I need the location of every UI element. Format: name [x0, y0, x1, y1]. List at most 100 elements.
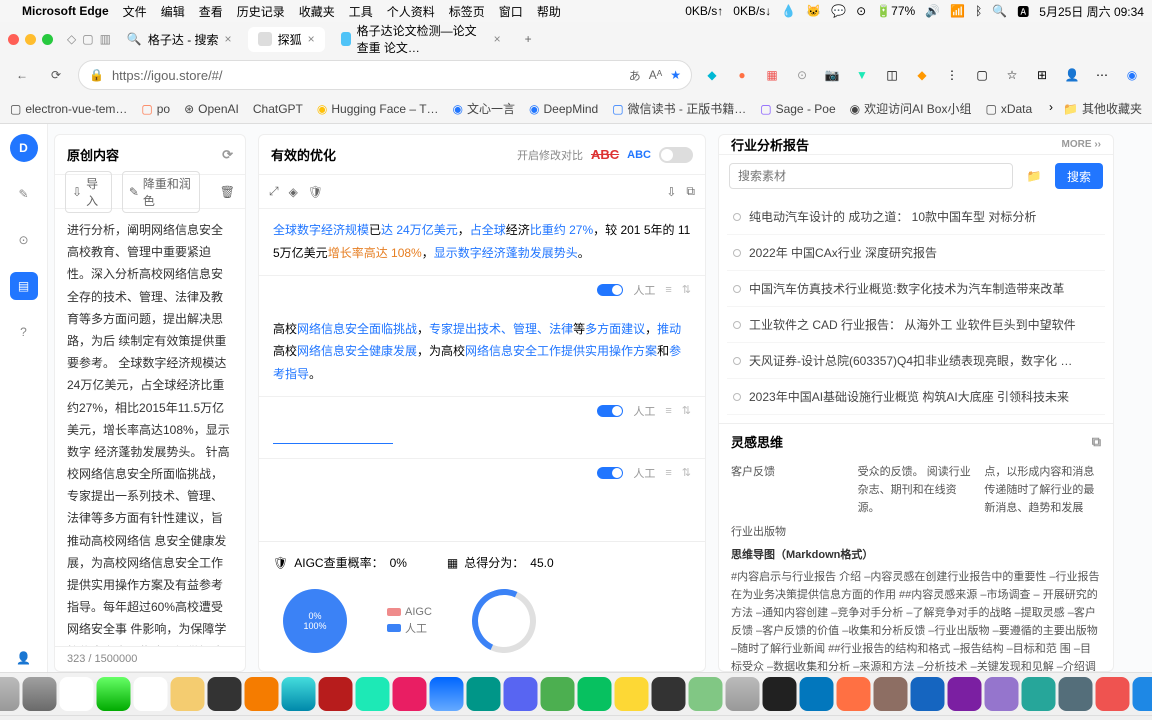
ext-icon[interactable]: ● [732, 65, 752, 85]
close-icon[interactable]: × [494, 32, 501, 46]
dock-item[interactable] [60, 677, 94, 711]
menu-tabs[interactable]: 标签页 [449, 3, 485, 20]
more-link[interactable]: MORE ›› [1062, 139, 1101, 150]
ext-icon[interactable]: ◆ [702, 65, 722, 85]
profile-icon[interactable]: ◇ [67, 32, 76, 46]
dock-item[interactable] [763, 677, 797, 711]
import-button[interactable]: ⇩导入 [65, 171, 112, 213]
collections-icon[interactable]: ▢ [972, 65, 992, 85]
dock-item[interactable] [689, 677, 723, 711]
inspire-body[interactable]: 客户反馈 受众的反馈。 阅读行业杂志、期刊和在线资源。 点，以形成内容和消息传递… [719, 459, 1113, 672]
menu-file[interactable]: 文件 [123, 3, 147, 20]
list-icon[interactable]: ≡ [665, 405, 671, 417]
battery-icon[interactable]: 🔋 77% [876, 4, 915, 18]
list-icon[interactable]: ≡ [665, 467, 671, 479]
menu-help[interactable]: 帮助 [537, 3, 561, 20]
clock[interactable]: 5月25日 周六 09:34 [1039, 3, 1144, 20]
dock-item[interactable] [911, 677, 945, 711]
dock-item[interactable] [504, 677, 538, 711]
dock-item[interactable] [1133, 677, 1152, 711]
bookmark-item[interactable]: ▢xData [985, 102, 1032, 116]
bookmark-item[interactable]: ▢po [141, 102, 170, 116]
delete-icon[interactable]: 🗑 [220, 185, 235, 199]
workspaces-icon[interactable]: ▢ [82, 32, 93, 46]
dock-item[interactable] [652, 677, 686, 711]
dock-item[interactable] [282, 677, 316, 711]
tray-icon[interactable]: 💬 [831, 4, 846, 18]
dock-item[interactable] [430, 677, 464, 711]
sort-icon[interactable]: ⇅ [682, 283, 691, 296]
wifi-icon[interactable]: 📶 [950, 4, 965, 18]
tray-icon[interactable]: 💧 [781, 4, 796, 18]
dock-item[interactable] [245, 677, 279, 711]
report-item[interactable]: 工业软件之 CAD 行业报告： 从海外工 业软件巨头到中望软件 [727, 307, 1105, 343]
menu-tools[interactable]: 工具 [349, 3, 373, 20]
dock-item[interactable] [0, 677, 20, 711]
volume-icon[interactable]: 🔊 [925, 4, 940, 18]
search-icon[interactable]: 🔍 [992, 4, 1007, 18]
dock-item[interactable] [356, 677, 390, 711]
tool-icon[interactable]: ⤢ [269, 184, 279, 199]
ext-icon[interactable]: ▦ [762, 65, 782, 85]
search-button[interactable]: 搜索 [1055, 163, 1103, 189]
address-bar[interactable]: 🔒 https://igou.store/#/ あ Aᴬ ★ [78, 60, 692, 90]
ext-icon[interactable]: ⊞ [1032, 65, 1052, 85]
ext-icon[interactable]: ◫ [882, 65, 902, 85]
profile-badge[interactable]: 👤 [1062, 65, 1082, 85]
dock-item[interactable] [874, 677, 908, 711]
dock-item[interactable] [985, 677, 1019, 711]
optimize-block[interactable] [259, 429, 705, 459]
dedup-button[interactable]: ✎降重和润色 [122, 171, 200, 213]
menu-history[interactable]: 历史记录 [237, 3, 285, 20]
copy-icon[interactable]: ⧉ [686, 184, 695, 199]
dock-item[interactable] [97, 677, 131, 711]
block-toggle[interactable] [597, 284, 623, 296]
dock-item[interactable] [615, 677, 649, 711]
rail-item-user[interactable]: 👤 [10, 644, 38, 672]
sort-icon[interactable]: ⇅ [682, 466, 691, 479]
app-name[interactable]: Microsoft Edge [22, 4, 109, 18]
folder-icon[interactable]: 📁 [1019, 163, 1049, 189]
optimize-block[interactable]: 高校网络信息安全面临挑战，专家提出技术、管理、法律等多方面建议，推动高校网络信息… [259, 308, 705, 397]
menu-view[interactable]: 查看 [199, 3, 223, 20]
dock-item[interactable] [208, 677, 242, 711]
dock-item[interactable] [1096, 677, 1130, 711]
dock-item[interactable] [23, 677, 57, 711]
bookmark-item[interactable]: ◉DeepMind [529, 102, 598, 116]
minimize-window[interactable] [25, 34, 36, 45]
ext-icon[interactable]: 📷 [822, 65, 842, 85]
dock-item[interactable] [171, 677, 205, 711]
bookmark-item[interactable]: ◉Hugging Face – T… [317, 102, 439, 116]
bookmark-item[interactable]: ⊛OpenAI [184, 102, 239, 116]
app-logo[interactable]: D [10, 134, 38, 162]
back-button[interactable]: ← [10, 63, 34, 87]
close-icon[interactable]: × [308, 32, 315, 46]
tab-1[interactable]: 🔍格子达 - 搜索× [117, 27, 242, 52]
report-item[interactable]: 天风证券-设计总院(603357)Q4扣非业绩表现亮眼，数字化 … [727, 343, 1105, 379]
bookmark-item[interactable]: ◉文心一言 [453, 100, 516, 117]
bookmark-item[interactable]: ▢Sage - Poe [760, 102, 835, 116]
tab-2[interactable]: 探狐× [248, 27, 325, 52]
dock-item[interactable] [578, 677, 612, 711]
copilot-icon[interactable]: ◉ [1122, 65, 1142, 85]
list-icon[interactable]: ≡ [665, 284, 671, 296]
ext-icon[interactable]: ◆ [912, 65, 932, 85]
menu-edit[interactable]: 编辑 [161, 3, 185, 20]
dock-item[interactable] [837, 677, 871, 711]
report-item[interactable]: 中国汽车仿真技术行业概览:数字化技术为汽车制造带来改革 [727, 271, 1105, 307]
tray-icon[interactable]: ⊙ [856, 4, 866, 18]
menu-window[interactable]: 窗口 [499, 3, 523, 20]
menu-favorites[interactable]: 收藏夹 [299, 3, 335, 20]
close-icon[interactable]: × [225, 32, 232, 46]
dock-item[interactable] [948, 677, 982, 711]
dock-item[interactable] [319, 677, 353, 711]
compare-toggle[interactable] [659, 147, 693, 163]
bookmark-item[interactable]: ▢electron-vue-tem… [10, 102, 127, 116]
dock-item[interactable] [541, 677, 575, 711]
dock-item[interactable] [134, 677, 168, 711]
bookmark-item[interactable]: ▢微信读书 - 正版书籍… [612, 100, 746, 117]
favorites-icon[interactable]: ☆ [1002, 65, 1022, 85]
rail-item-help[interactable]: ? [10, 318, 38, 346]
report-item[interactable]: 2022年 中国CAx行业 深度研究报告 [727, 235, 1105, 271]
ext-icon[interactable]: ▼ [852, 65, 872, 85]
